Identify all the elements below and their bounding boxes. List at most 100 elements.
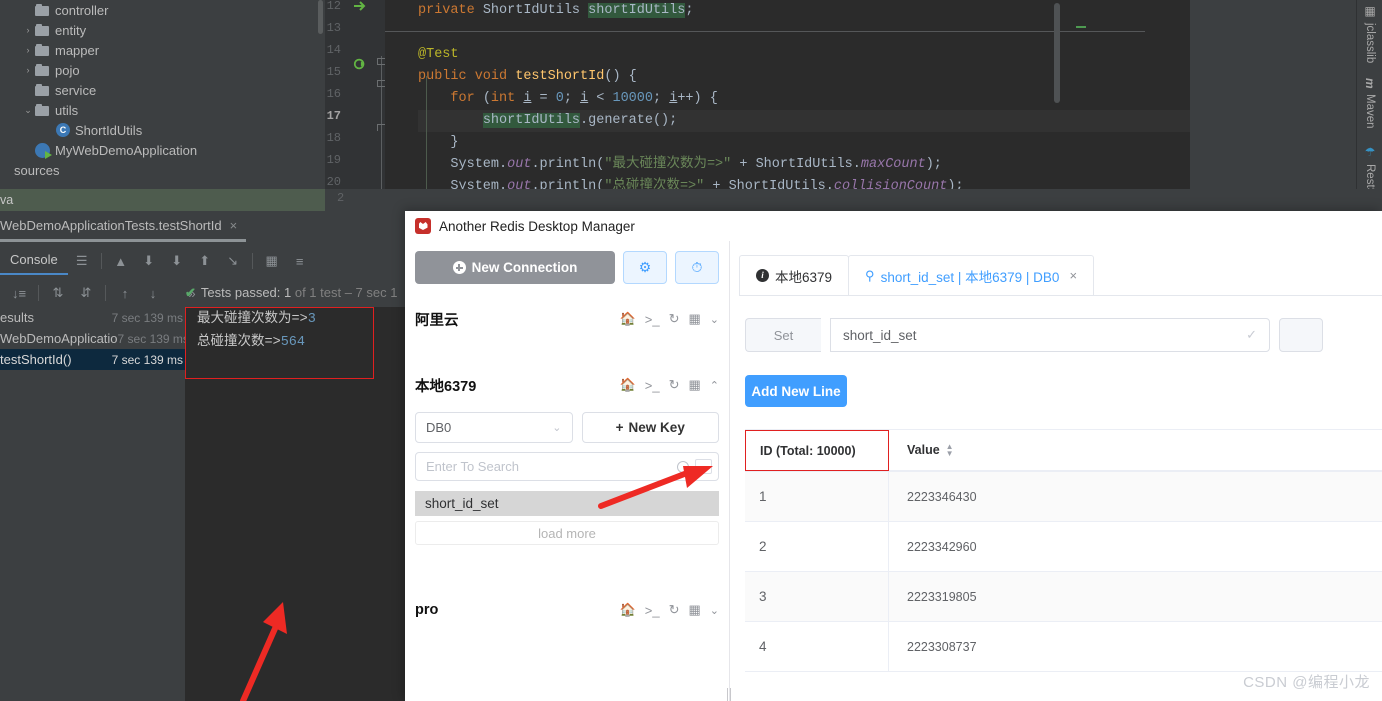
upload-icon[interactable]: ⬆: [194, 250, 216, 272]
key-actions-button[interactable]: [1279, 318, 1323, 352]
connection-item-pro[interactable]: pro 🏠 >_ ↻ ▦ ⌄: [415, 597, 719, 623]
test-tree-row[interactable]: testShortId() 7 sec 139 ms: [0, 349, 185, 370]
editor-separator: [385, 31, 1145, 32]
project-tree-item[interactable]: › pojo: [0, 60, 325, 80]
refresh-icon[interactable]: ↻: [669, 377, 680, 393]
chevron-down-icon[interactable]: ⌄: [710, 313, 719, 326]
divider: [105, 285, 106, 301]
add-new-line-button[interactable]: Add New Line: [745, 375, 847, 407]
column-header-value[interactable]: Value ▲ ▼: [889, 430, 1382, 471]
grid-icon[interactable]: ▦: [688, 602, 700, 618]
wrap-icon[interactable]: ↘: [222, 250, 244, 272]
grid-icon[interactable]: ▦: [688, 377, 700, 393]
menu-icon[interactable]: ☰: [71, 250, 93, 272]
table-row[interactable]: 3 2223319805: [745, 572, 1382, 622]
line-number: 14: [326, 43, 341, 57]
tab-console[interactable]: Console: [0, 248, 68, 275]
tool-tab-maven[interactable]: m Maven: [1357, 78, 1382, 128]
collapse-all-icon[interactable]: ⇵: [75, 282, 97, 304]
project-tree-item[interactable]: C ShortIdUtils: [0, 120, 325, 140]
redis-logo-icon: [415, 218, 431, 234]
key-name-input[interactable]: short_id_set ✓: [830, 318, 1270, 352]
settings-button[interactable]: ⚙: [623, 251, 667, 284]
test-tree-row[interactable]: esults 7 sec 139 ms: [0, 307, 185, 328]
column-header-value-label: Value: [907, 443, 940, 457]
tab-label: 本地6379: [775, 269, 833, 285]
refresh-icon[interactable]: ↻: [669, 602, 680, 618]
project-tree-item[interactable]: sources: [0, 160, 325, 180]
table-row[interactable]: 2 2223342960: [745, 522, 1382, 572]
project-tree-item[interactable]: MyWebDemoApplication: [0, 140, 325, 160]
table-row[interactable]: 4 2223308737: [745, 622, 1382, 672]
connection-item-local6379[interactable]: 本地6379 🏠 >_ ↻ ▦ ⌃: [415, 372, 719, 398]
home-icon[interactable]: 🏠: [620, 377, 636, 393]
file-tab-label: va: [0, 193, 14, 207]
new-key-button[interactable]: + New Key: [581, 412, 719, 443]
table-icon[interactable]: ▦: [261, 250, 283, 272]
soft-wrap-icon[interactable]: ≡: [289, 250, 311, 272]
home-icon[interactable]: 🏠: [620, 602, 636, 618]
cell-id: 4: [745, 622, 889, 671]
project-tree[interactable]: controller › entity › mapper › pojo service ⌄ uti…: [0, 0, 325, 181]
up-arrow-icon[interactable]: ↑: [114, 282, 136, 304]
history-button[interactable]: ⏱: [675, 251, 719, 284]
project-tree-label: MyWebDemoApplication: [55, 142, 198, 158]
table-header-row: ID (Total: 10000) Value ▲ ▼: [745, 429, 1382, 472]
chevron-icon[interactable]: ›: [21, 65, 35, 75]
test-tree-row[interactable]: WebDemoApplicatio 7 sec 139 ms: [0, 328, 189, 349]
terminal-icon[interactable]: >_: [645, 312, 660, 327]
db-select[interactable]: DB0 ⌄: [415, 412, 573, 443]
table-row[interactable]: 1 2223346430: [745, 472, 1382, 522]
run-test-icon[interactable]: [353, 57, 367, 71]
project-tree-item[interactable]: service: [0, 80, 325, 100]
project-tree-item[interactable]: › mapper: [0, 40, 325, 60]
sort-icon[interactable]: ↓≡: [8, 282, 30, 304]
code-line: System.out.println("最大碰撞次数为=>" + ShortId…: [450, 157, 942, 172]
tool-tab-jclasslib[interactable]: ▦ jclasslib: [1357, 4, 1382, 63]
editor-scrollbar[interactable]: [1054, 3, 1060, 103]
project-tree-label: sources: [14, 162, 60, 178]
chevron-icon[interactable]: ›: [21, 45, 35, 55]
grid-icon[interactable]: ▦: [688, 311, 700, 327]
column-header-id[interactable]: ID (Total: 10000): [745, 430, 889, 471]
new-connection-button[interactable]: New Connection: [415, 251, 615, 284]
project-tree-label: mapper: [55, 42, 100, 58]
indent-guide: [426, 76, 427, 200]
sort-icon[interactable]: ▲ ▼: [946, 442, 954, 457]
code-line: private ShortIdUtils shortIdUtils;: [418, 3, 694, 18]
connection-item-aliyun[interactable]: 阿里云 🏠 >_ ↻ ▦ ⌄: [415, 306, 719, 332]
editor-file-tab[interactable]: va: [0, 189, 325, 211]
project-tree-item[interactable]: controller: [0, 0, 325, 20]
terminal-icon[interactable]: >_: [645, 378, 660, 393]
folder-icon: [35, 84, 50, 96]
down-arrow-icon[interactable]: ↓: [142, 282, 164, 304]
chevron-icon[interactable]: ›: [21, 25, 35, 35]
expand-all-icon[interactable]: ⇅: [47, 282, 69, 304]
load-more-button[interactable]: load more: [415, 521, 719, 545]
refresh-icon[interactable]: ↻: [669, 311, 680, 327]
right-tool-strip[interactable]: ▦ jclasslib m Maven ☂ RestSe: [1356, 0, 1382, 203]
check-icon[interactable]: ✓: [1246, 327, 1257, 343]
close-icon[interactable]: ×: [230, 218, 238, 233]
download-icon[interactable]: ⬇: [138, 250, 160, 272]
download-all-icon[interactable]: ⬇: [166, 250, 188, 272]
run-arrow-icon[interactable]: [353, 0, 367, 13]
tab-short-id-set[interactable]: ⚲ short_id_set | 本地6379 | DB0 ×: [848, 255, 1095, 295]
close-icon[interactable]: ×: [1069, 268, 1077, 283]
key-icon: ⚲: [865, 267, 875, 283]
chevron-down-icon[interactable]: ⌄: [710, 604, 719, 617]
cell-value: 2223342960: [907, 539, 977, 554]
home-icon[interactable]: 🏠: [620, 311, 636, 327]
test-result-tree[interactable]: esults 7 sec 139 ms WebDemoApplicatio 7 sec…: [0, 307, 189, 507]
run-tab[interactable]: WebDemoApplicationTests.testShortId ×: [0, 211, 405, 239]
chevron-up-icon[interactable]: ⌃: [710, 379, 719, 392]
export-icon[interactable]: ▲: [110, 250, 132, 272]
chevron-icon[interactable]: ⌄: [21, 105, 35, 116]
project-tree-label: service: [55, 82, 97, 98]
project-tree-item[interactable]: › entity: [0, 20, 325, 40]
folder-icon: [35, 24, 50, 36]
project-tree-label: entity: [55, 22, 87, 38]
terminal-icon[interactable]: >_: [645, 603, 660, 618]
project-tree-item[interactable]: ⌄ utils: [0, 100, 325, 120]
tab-local6379[interactable]: i 本地6379: [739, 255, 850, 295]
